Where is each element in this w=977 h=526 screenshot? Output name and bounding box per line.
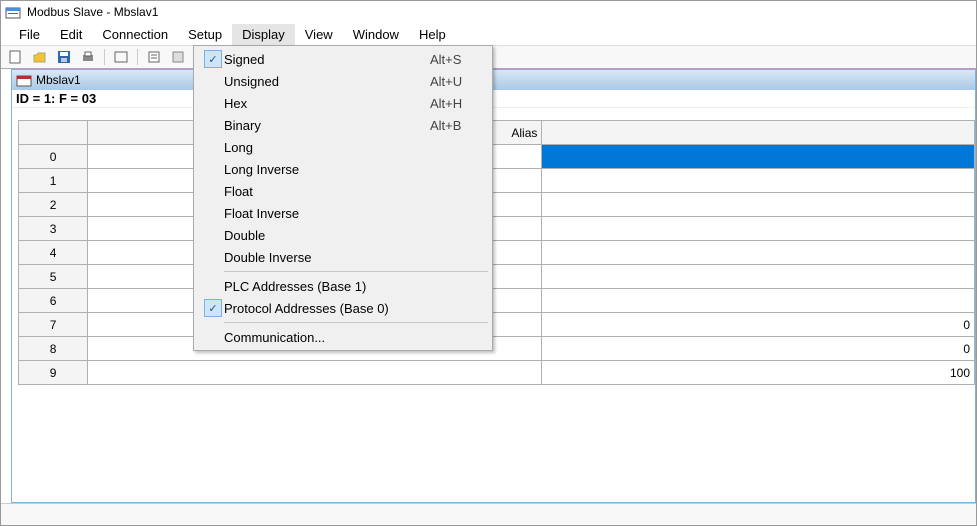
row-index[interactable]: 7: [19, 313, 88, 337]
row-index[interactable]: 6: [19, 289, 88, 313]
dd-hex[interactable]: Hex Alt+H: [196, 92, 490, 114]
dd-binary[interactable]: Binary Alt+B: [196, 114, 490, 136]
table-row[interactable]: 4: [19, 241, 975, 265]
value-cell[interactable]: [542, 289, 975, 313]
dd-double[interactable]: Double: [196, 224, 490, 246]
app-title: Modbus Slave - Mbslav1: [27, 5, 158, 19]
dropdown-separator: [224, 322, 488, 323]
toolbar-separator: [137, 49, 138, 65]
table-row[interactable]: 6: [19, 289, 975, 313]
app-icon: [5, 5, 21, 19]
dd-unsigned[interactable]: Unsigned Alt+U: [196, 70, 490, 92]
table-row[interactable]: 3: [19, 217, 975, 241]
sub-window-icon: [16, 73, 32, 87]
toolbar-list-button[interactable]: [143, 47, 165, 67]
menu-help[interactable]: Help: [409, 24, 456, 45]
value-cell[interactable]: [542, 169, 975, 193]
dd-float[interactable]: Float: [196, 180, 490, 202]
dd-signed[interactable]: ✓ Signed Alt+S: [196, 48, 490, 70]
row-index[interactable]: 5: [19, 265, 88, 289]
table-row[interactable]: 70: [19, 313, 975, 337]
value-cell[interactable]: 0: [542, 337, 975, 361]
sub-window: Mbslav1 ID = 1: F = 03 Alias 01234567080…: [11, 69, 976, 503]
row-index[interactable]: 4: [19, 241, 88, 265]
display-dropdown: ✓ Signed Alt+S Unsigned Alt+U Hex Alt+H …: [193, 45, 493, 351]
dd-plc-addresses[interactable]: PLC Addresses (Base 1): [196, 275, 490, 297]
dd-communication[interactable]: Communication...: [196, 326, 490, 348]
value-cell[interactable]: 0: [542, 313, 975, 337]
value-cell[interactable]: 100: [542, 361, 975, 385]
toolbar-open-button[interactable]: [29, 47, 51, 67]
dd-double-inverse[interactable]: Double Inverse: [196, 246, 490, 268]
value-cell[interactable]: [542, 241, 975, 265]
menu-connection[interactable]: Connection: [92, 24, 178, 45]
check-icon: ✓: [202, 299, 224, 317]
dd-float-inverse[interactable]: Float Inverse: [196, 202, 490, 224]
menu-display[interactable]: Display: [232, 24, 295, 45]
alias-cell[interactable]: [88, 361, 542, 385]
dropdown-separator: [224, 271, 488, 272]
col-value-header: [542, 121, 975, 145]
menu-file[interactable]: File: [9, 24, 50, 45]
status-bar: [1, 503, 976, 525]
menu-window[interactable]: Window: [343, 24, 409, 45]
menu-view[interactable]: View: [295, 24, 343, 45]
value-cell[interactable]: [542, 145, 975, 169]
menu-setup[interactable]: Setup: [178, 24, 232, 45]
dd-protocol-addresses[interactable]: ✓ Protocol Addresses (Base 0): [196, 297, 490, 319]
table-row[interactable]: 2: [19, 193, 975, 217]
menu-bar: File Edit Connection Setup Display View …: [1, 23, 976, 45]
row-index[interactable]: 2: [19, 193, 88, 217]
dd-long[interactable]: Long: [196, 136, 490, 158]
row-index[interactable]: 1: [19, 169, 88, 193]
table-row[interactable]: 0: [19, 145, 975, 169]
row-index[interactable]: 9: [19, 361, 88, 385]
value-cell[interactable]: [542, 217, 975, 241]
table-row[interactable]: 1: [19, 169, 975, 193]
sub-window-title: Mbslav1: [36, 73, 81, 87]
status-line: ID = 1: F = 03: [12, 90, 975, 108]
table-row[interactable]: 9 100: [19, 361, 975, 385]
title-bar: Modbus Slave - Mbslav1: [1, 1, 976, 23]
dd-long-inverse[interactable]: Long Inverse: [196, 158, 490, 180]
value-cell[interactable]: [542, 265, 975, 289]
toolbar-config-button[interactable]: [167, 47, 189, 67]
toolbar-print-button[interactable]: [77, 47, 99, 67]
row-index[interactable]: 3: [19, 217, 88, 241]
toolbar-save-button[interactable]: [53, 47, 75, 67]
table-row[interactable]: 5: [19, 265, 975, 289]
toolbar-window-button[interactable]: [110, 47, 132, 67]
table-row[interactable]: 80: [19, 337, 975, 361]
value-cell[interactable]: [542, 193, 975, 217]
sub-window-title-bar[interactable]: Mbslav1: [12, 70, 975, 90]
toolbar-separator: [104, 49, 105, 65]
register-table: Alias 012345670809100: [18, 120, 975, 385]
col-index-header: [19, 121, 88, 145]
row-index[interactable]: 0: [19, 145, 88, 169]
check-icon: ✓: [202, 50, 224, 68]
row-index[interactable]: 8: [19, 337, 88, 361]
toolbar-new-button[interactable]: [5, 47, 27, 67]
menu-edit[interactable]: Edit: [50, 24, 92, 45]
